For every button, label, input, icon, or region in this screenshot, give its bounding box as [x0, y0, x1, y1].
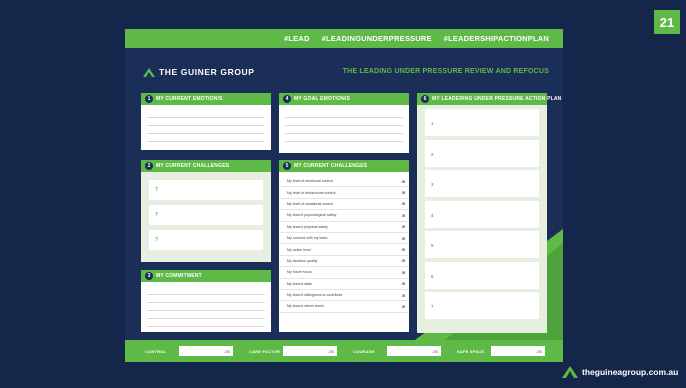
score-footer-bar: CONTROL /25 CARE FACTOR /25 COURAGE /25 …: [125, 340, 563, 362]
rating-row[interactable]: My team's state/5: [279, 279, 409, 290]
card-title: MY GOAL EMOTION/S: [294, 96, 350, 102]
logo-text: THE GUINER GROUP: [159, 67, 255, 77]
rating-row[interactable]: My level of emotional control/5: [279, 176, 409, 188]
challenge-question-box[interactable]: ?: [149, 180, 263, 200]
score-input[interactable]: /25: [491, 346, 545, 356]
card-header: 5 MY CURRENT CHALLENGES: [279, 160, 409, 172]
card-number: 4: [283, 95, 291, 103]
logo-mark-icon: [562, 366, 578, 378]
rating-row[interactable]: My future focus/5: [279, 267, 409, 279]
current-emotions-card: 1 MY CURRENT EMOTION/S: [141, 93, 271, 150]
score-safe-space: SAFE SPACE /25: [453, 345, 549, 357]
card-title: MY CURRENT CHALLENGES: [156, 163, 230, 169]
rating-row[interactable]: My action level/5: [279, 244, 409, 256]
rating-row[interactable]: My decision quality/5: [279, 256, 409, 268]
score-control: CONTROL /25: [141, 345, 237, 357]
rating-row[interactable]: My level of situational control/5: [279, 199, 409, 211]
card-header: 3 MY COMMITMENT: [141, 270, 271, 282]
action-step-box[interactable]: 1: [425, 109, 539, 136]
action-step-box[interactable]: 7: [425, 292, 539, 319]
rating-row[interactable]: My team's willingness to contribute/5: [279, 290, 409, 302]
hashtag-lead: #LEAD: [284, 34, 310, 43]
commitment-card: 3 MY COMMITMENT: [141, 270, 271, 332]
card-number: 3: [145, 272, 153, 280]
action-step-box[interactable]: 4: [425, 200, 539, 228]
hashtag-leadership-action-plan: #LEADERSHIPACTIONPLAN: [443, 34, 549, 43]
card-title: MY CURRENT CHALLENGES: [294, 163, 368, 169]
card-header: 6 MY LEADERING UNDER PRESSURE ACTION PLA…: [417, 93, 561, 105]
rating-row[interactable]: My team's psychological safety/5: [279, 210, 409, 222]
card-number: 5: [283, 162, 291, 170]
rating-row[interactable]: My connect with my team/5: [279, 233, 409, 245]
card-title: MY LEADERING UNDER PRESSURE ACTION PLAN: [432, 96, 562, 102]
rating-row[interactable]: My team's stress levels/5: [279, 301, 409, 313]
hashtag-bar: #LEAD #LEADINGUNDERPRESSURE #LEADERSHIPA…: [125, 29, 563, 48]
logo-mark-icon: [143, 67, 155, 77]
score-care-factor: CARE FACTOR /25: [245, 345, 341, 357]
action-step-box[interactable]: 6: [425, 261, 539, 289]
page-number: 21: [654, 10, 680, 34]
score-courage: COURAGE /25: [349, 345, 445, 357]
worksheet: #LEAD #LEADINGUNDERPRESSURE #LEADERSHIPA…: [125, 29, 563, 362]
action-step-box[interactable]: 2: [425, 139, 539, 167]
challenge-question-box[interactable]: ?: [149, 205, 263, 225]
card-title: MY COMMITMENT: [156, 273, 202, 279]
goal-emotions-card: 4 MY GOAL EMOTION/S: [279, 93, 409, 153]
current-challenges-card: 2 MY CURRENT CHALLENGES ? ? ?: [141, 160, 271, 262]
challenge-question-box[interactable]: ?: [149, 230, 263, 250]
challenge-ratings-card: 5 MY CURRENT CHALLENGES My level of emot…: [279, 160, 409, 332]
card-number: 1: [145, 95, 153, 103]
card-header: 1 MY CURRENT EMOTION/S: [141, 93, 271, 105]
card-header: 4 MY GOAL EMOTION/S: [279, 93, 409, 105]
logo: THE GUINER GROUP: [143, 67, 255, 77]
card-number: 2: [145, 162, 153, 170]
hashtag-leading-under-pressure: #LEADINGUNDERPRESSURE: [321, 34, 432, 43]
worksheet-subtitle: THE LEADING UNDER PRESSURE REVIEW AND RE…: [342, 68, 549, 75]
writing-lines[interactable]: [141, 105, 271, 142]
rating-row[interactable]: My team's physical safety/5: [279, 222, 409, 233]
score-input[interactable]: /25: [179, 346, 233, 356]
score-input[interactable]: /25: [283, 346, 337, 356]
website-footer: theguineagroup.com.au: [562, 366, 678, 378]
action-step-box[interactable]: 3: [425, 170, 539, 197]
action-step-box[interactable]: 5: [425, 231, 539, 258]
action-plan-card: 6 MY LEADERING UNDER PRESSURE ACTION PLA…: [417, 93, 561, 333]
writing-lines[interactable]: [141, 282, 271, 327]
card-title: MY CURRENT EMOTION/S: [156, 96, 223, 102]
rating-row[interactable]: My level of behavioural control/5: [279, 187, 409, 199]
card-number: 6: [421, 95, 429, 103]
website-link[interactable]: theguineagroup.com.au: [582, 367, 678, 377]
score-input[interactable]: /25: [387, 346, 441, 356]
card-header: 2 MY CURRENT CHALLENGES: [141, 160, 271, 172]
ratings-list: My level of emotional control/5 My level…: [279, 172, 409, 313]
writing-lines[interactable]: [279, 105, 409, 142]
